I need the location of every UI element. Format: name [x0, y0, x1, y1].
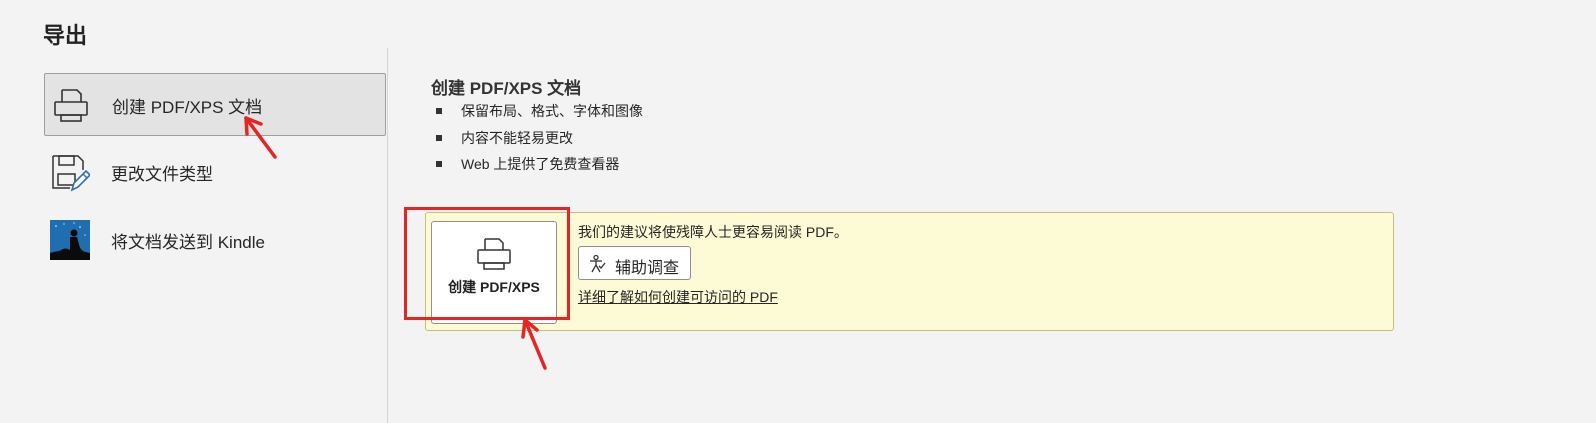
- bullet-icon: [436, 108, 442, 114]
- printer-icon: [54, 89, 88, 122]
- sidebar-item-label: 将文档发送到 Kindle: [111, 233, 265, 252]
- sidebar-item-label: 创建 PDF/XPS 文档: [112, 98, 263, 117]
- sidebar-item-create-pdf-xps[interactable]: 创建 PDF/XPS 文档: [44, 73, 386, 136]
- section-title: 创建 PDF/XPS 文档: [431, 79, 582, 98]
- list-item: 保留布局、格式、字体和图像: [436, 100, 643, 127]
- sidebar-divider: [387, 48, 388, 423]
- list-item: 内容不能轻易更改: [436, 127, 643, 154]
- kindle-icon: [50, 220, 90, 260]
- create-pdf-xps-button[interactable]: 创建 PDF/XPS: [431, 221, 557, 324]
- create-button-label: 创建 PDF/XPS: [448, 279, 540, 295]
- list-item: Web 上提供了免费查看器: [436, 153, 643, 180]
- sidebar-item-change-file-type[interactable]: 更改文件类型: [44, 141, 386, 204]
- file-edit-icon: [52, 155, 90, 192]
- sidebar-item-send-to-kindle[interactable]: 将文档发送到 Kindle: [44, 209, 386, 272]
- accessibility-check-icon: [590, 254, 606, 273]
- accessibility-check-button[interactable]: 辅助调查: [578, 246, 691, 280]
- sidebar-item-label: 更改文件类型: [111, 165, 213, 184]
- recommendation-text: 我们的建议将使残障人士更容易阅读 PDF。: [578, 224, 848, 240]
- accessibility-check-label: 辅助调查: [615, 260, 680, 277]
- page-title: 导出: [43, 23, 88, 48]
- bullet-icon: [436, 134, 442, 141]
- feature-list: 保留布局、格式、字体和图像 内容不能轻易更改 Web 上提供了免费查看器: [436, 100, 643, 180]
- accessibility-info-bar: [425, 212, 1394, 331]
- learn-more-link[interactable]: 详细了解如何创建可访问的 PDF: [578, 287, 778, 307]
- printer-icon: [477, 238, 511, 270]
- bullet-icon: [436, 161, 442, 167]
